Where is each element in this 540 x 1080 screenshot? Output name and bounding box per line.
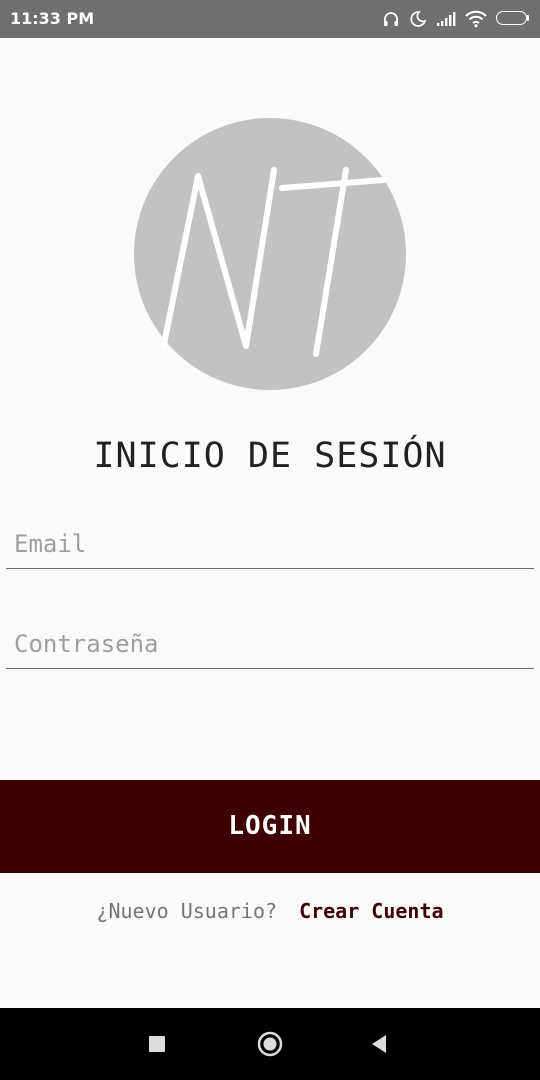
back-icon[interactable] xyxy=(366,1030,394,1058)
login-button[interactable]: LOGIN xyxy=(0,780,540,873)
page-title: INICIO DE SESIÓN xyxy=(93,436,447,476)
create-account-link[interactable]: Crear Cuenta xyxy=(299,899,444,923)
status-bar: 11:33 PM 70 xyxy=(0,0,540,38)
password-field[interactable] xyxy=(14,624,524,664)
battery-icon: 70 xyxy=(496,11,530,27)
app-logo xyxy=(134,118,406,390)
new-user-prompt: ¿Nuevo Usuario? xyxy=(96,899,278,923)
home-icon[interactable] xyxy=(256,1030,284,1058)
moon-icon xyxy=(409,10,427,28)
email-field-container xyxy=(6,524,534,569)
signal-icon xyxy=(436,11,456,27)
status-time: 11:33 PM xyxy=(10,9,95,28)
recents-icon[interactable] xyxy=(143,1030,171,1058)
password-field-container xyxy=(6,624,534,669)
wifi-icon xyxy=(465,10,487,28)
signup-row: ¿Nuevo Usuario? Crear Cuenta xyxy=(0,897,540,925)
email-field[interactable] xyxy=(14,524,524,564)
headphones-icon xyxy=(382,10,400,28)
logo-circle xyxy=(134,118,406,390)
battery-level: 70 xyxy=(504,12,519,23)
status-icons: 70 xyxy=(382,8,530,30)
navigation-bar xyxy=(0,1008,540,1080)
